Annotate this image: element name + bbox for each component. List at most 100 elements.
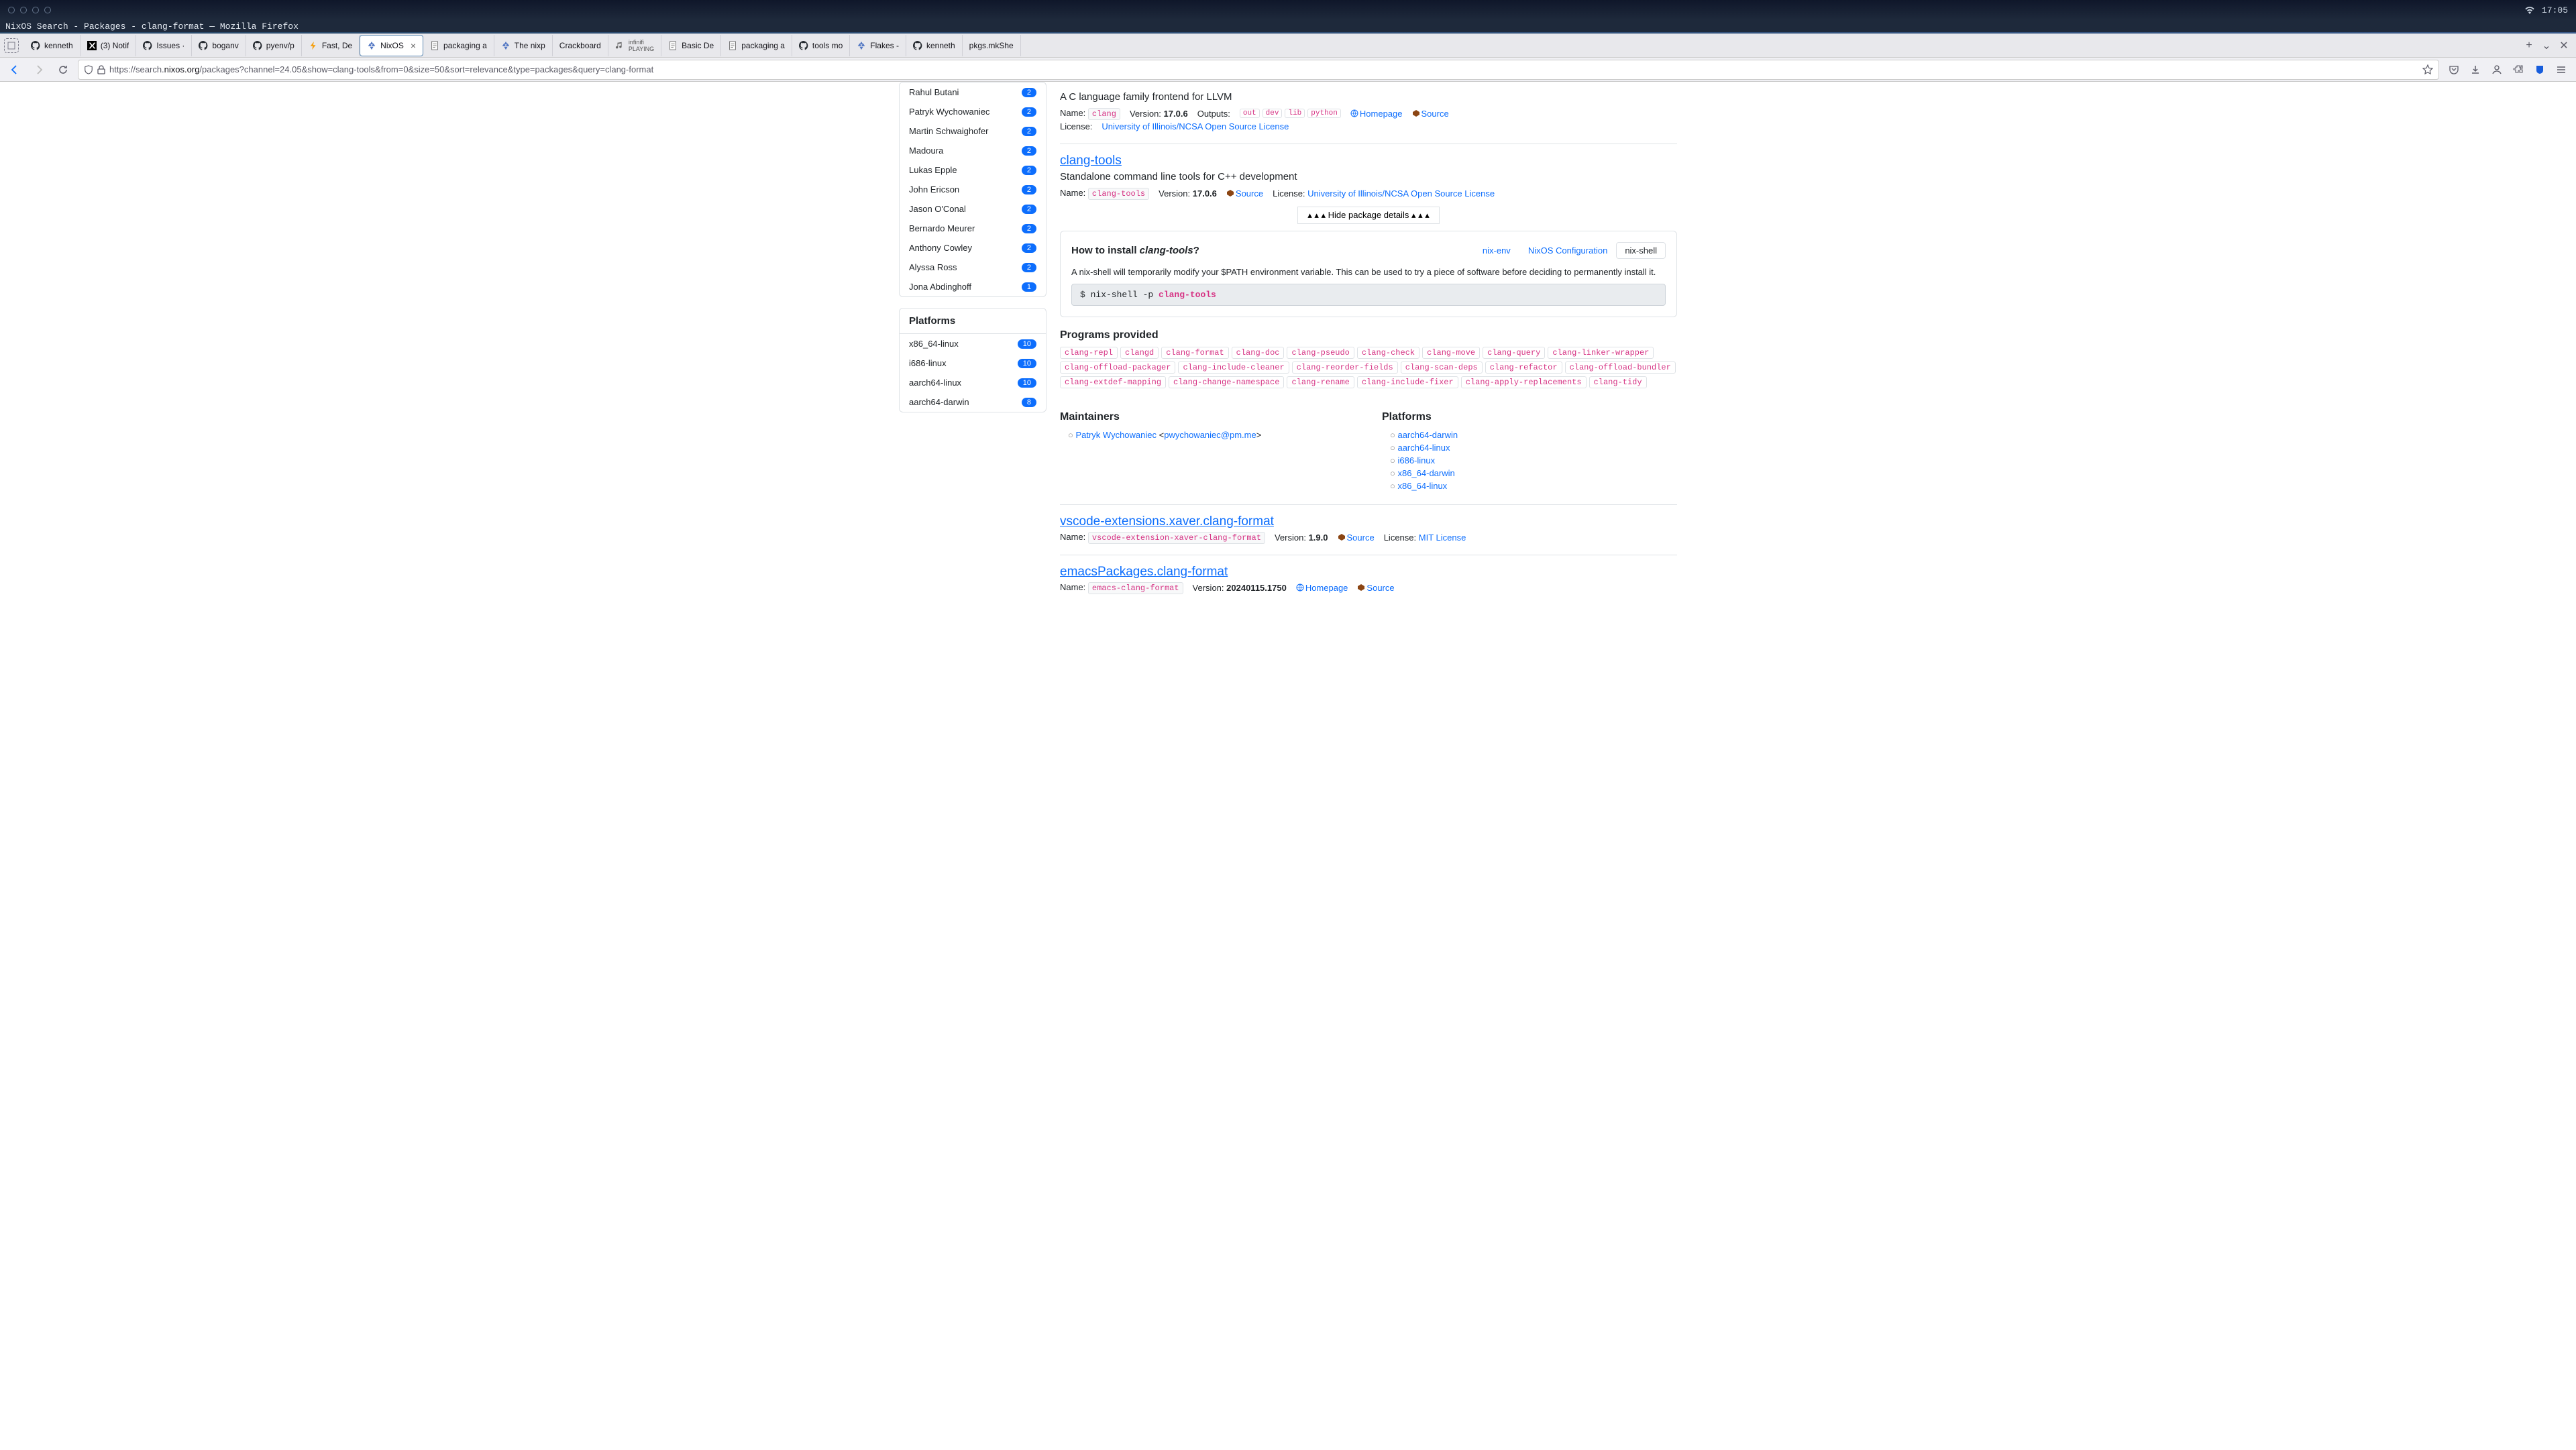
- tab-favicon-icon: [143, 41, 152, 50]
- platform-link[interactable]: i686-linux: [1397, 455, 1435, 465]
- bookmark-star-icon[interactable]: [2422, 64, 2433, 75]
- url-bar[interactable]: https://search.nixos.org/packages?channe…: [78, 60, 2439, 80]
- facet-item[interactable]: Patryk Wychowaniec2: [900, 102, 1046, 121]
- program-badge: clang-doc: [1232, 347, 1285, 359]
- platform-link[interactable]: x86_64-linux: [1397, 481, 1447, 491]
- license-link[interactable]: University of Illinois/NCSA Open Source …: [1102, 121, 1289, 131]
- facet-item[interactable]: John Ericson2: [900, 180, 1046, 199]
- window-dot[interactable]: [32, 7, 39, 13]
- browser-tab[interactable]: Flakes -: [850, 35, 906, 56]
- source-link[interactable]: Source: [1366, 583, 1394, 593]
- browser-tab[interactable]: (3) Notif: [80, 35, 137, 56]
- programs-title: Programs provided: [1060, 329, 1677, 341]
- browser-tab[interactable]: tools mo: [792, 35, 850, 56]
- forward-button[interactable]: [30, 60, 48, 79]
- license-link[interactable]: University of Illinois/NCSA Open Source …: [1307, 188, 1495, 199]
- result-title-link[interactable]: vscode-extensions.xaver.clang-format: [1060, 514, 1274, 528]
- source-icon: [1338, 533, 1346, 541]
- browser-tab[interactable]: infinifiPLAYING: [608, 35, 661, 56]
- maintainer-link[interactable]: Patryk Wychowaniec: [1075, 430, 1157, 440]
- facet-item[interactable]: Jona Abdinghoff1: [900, 277, 1046, 296]
- browser-tab[interactable]: NixOS ×: [360, 35, 423, 56]
- howto-title: How to install clang-tools?: [1071, 245, 1199, 256]
- bitwarden-icon[interactable]: [2530, 60, 2549, 79]
- new-tab-button[interactable]: +: [2521, 38, 2537, 54]
- browser-tab[interactable]: The nixp: [494, 35, 553, 56]
- window-close-button[interactable]: ✕: [2556, 38, 2572, 54]
- browser-tab[interactable]: pyenv/p: [246, 35, 302, 56]
- source-link[interactable]: Source: [1421, 109, 1449, 119]
- tab-label: (3) Notif: [101, 41, 129, 50]
- install-command[interactable]: $ nix-shell -p clang-tools: [1071, 284, 1666, 306]
- maintainer-email[interactable]: pwychowaniec@pm.me: [1164, 430, 1256, 440]
- browser-tab[interactable]: kenneth: [24, 35, 80, 56]
- globe-icon: [1350, 109, 1358, 117]
- facet-item[interactable]: x86_64-linux10: [900, 334, 1046, 353]
- hide-details-button[interactable]: ▴ ▴ ▴ Hide package details ▴ ▴ ▴: [1297, 207, 1440, 224]
- result-title-link[interactable]: emacsPackages.clang-format: [1060, 565, 1228, 579]
- downloads-icon[interactable]: [2466, 60, 2485, 79]
- platform-link[interactable]: aarch64-darwin: [1397, 430, 1458, 440]
- homepage-link[interactable]: Homepage: [1360, 109, 1403, 119]
- browser-tab[interactable]: packaging a: [423, 35, 494, 56]
- tab-nixos-config[interactable]: NixOS Configuration: [1519, 242, 1617, 259]
- facet-item[interactable]: Bernardo Meurer2: [900, 219, 1046, 238]
- homepage-link[interactable]: Homepage: [1305, 583, 1348, 593]
- facet-item[interactable]: Martin Schwaighofer2: [900, 121, 1046, 141]
- result-title-link[interactable]: clang-tools: [1060, 154, 1122, 168]
- maintainer-item: Patryk Wychowaniec <pwychowaniec@pm.me>: [1068, 429, 1355, 441]
- source-link[interactable]: Source: [1236, 188, 1263, 199]
- reload-button[interactable]: [54, 60, 72, 79]
- browser-tab[interactable]: boganv: [192, 35, 246, 56]
- window-dot[interactable]: [20, 7, 27, 13]
- app-menu-icon[interactable]: [2552, 60, 2571, 79]
- source-link[interactable]: Source: [1347, 533, 1375, 543]
- back-button[interactable]: [5, 60, 24, 79]
- tab-label: NixOS: [380, 41, 404, 50]
- facet-label: i686-linux: [909, 358, 947, 368]
- page-content: Rahul Butani2Patryk Wychowaniec2Martin S…: [0, 82, 2576, 1450]
- facet-item[interactable]: Anthony Cowley2: [900, 238, 1046, 258]
- browser-tab[interactable]: Issues ·: [136, 35, 192, 56]
- extensions-icon[interactable]: [2509, 60, 2528, 79]
- firefox-view-button[interactable]: [4, 38, 19, 53]
- browser-tab[interactable]: Fast, De: [302, 35, 360, 56]
- platform-item: x86_64-darwin: [1390, 467, 1677, 480]
- maintainers-facet: Rahul Butani2Patryk Wychowaniec2Martin S…: [899, 82, 1046, 297]
- facet-sidebar: Rahul Butani2Patryk Wychowaniec2Martin S…: [899, 82, 1046, 605]
- account-icon[interactable]: [2487, 60, 2506, 79]
- tab-strip: kenneth (3) Notif Issues ·boganvpyenv/pFas…: [0, 34, 2576, 58]
- facet-item[interactable]: Lukas Epple2: [900, 160, 1046, 180]
- all-tabs-button[interactable]: ⌄: [2538, 38, 2555, 54]
- facet-item[interactable]: Madoura2: [900, 141, 1046, 160]
- facet-label: Anthony Cowley: [909, 243, 972, 253]
- tab-nix-env[interactable]: nix-env: [1474, 242, 1519, 259]
- program-badge: clang-scan-deps: [1401, 361, 1483, 374]
- license-link[interactable]: MIT License: [1419, 533, 1466, 543]
- tab-favicon-icon: [253, 41, 262, 50]
- platform-link[interactable]: x86_64-darwin: [1397, 468, 1454, 478]
- facet-item[interactable]: aarch64-linux10: [900, 373, 1046, 392]
- browser-tab[interactable]: Basic De: [661, 35, 721, 56]
- program-badge: clang-rename: [1287, 376, 1354, 388]
- facet-label: aarch64-linux: [909, 378, 961, 388]
- tab-favicon-icon: [309, 41, 318, 50]
- pocket-icon[interactable]: [2445, 60, 2463, 79]
- tab-nix-shell[interactable]: nix-shell: [1616, 242, 1666, 259]
- tab-close-icon[interactable]: ×: [411, 40, 416, 51]
- window-dot[interactable]: [44, 7, 51, 13]
- browser-tab[interactable]: packaging a: [721, 35, 792, 56]
- facet-item[interactable]: Alyssa Ross2: [900, 258, 1046, 277]
- facet-item[interactable]: Rahul Butani2: [900, 82, 1046, 102]
- facet-count: 2: [1022, 166, 1036, 175]
- facet-count: 8: [1022, 398, 1036, 407]
- platform-link[interactable]: aarch64-linux: [1397, 443, 1450, 453]
- browser-tab[interactable]: Crackboard: [553, 35, 608, 56]
- facet-item[interactable]: i686-linux10: [900, 353, 1046, 373]
- browser-tab[interactable]: pkgs.mkShe: [963, 35, 1021, 56]
- tab-label: packaging a: [443, 41, 487, 50]
- facet-item[interactable]: aarch64-darwin8: [900, 392, 1046, 412]
- facet-item[interactable]: Jason O'Conal2: [900, 199, 1046, 219]
- browser-tab[interactable]: kenneth: [906, 35, 963, 56]
- window-dot[interactable]: [8, 7, 15, 13]
